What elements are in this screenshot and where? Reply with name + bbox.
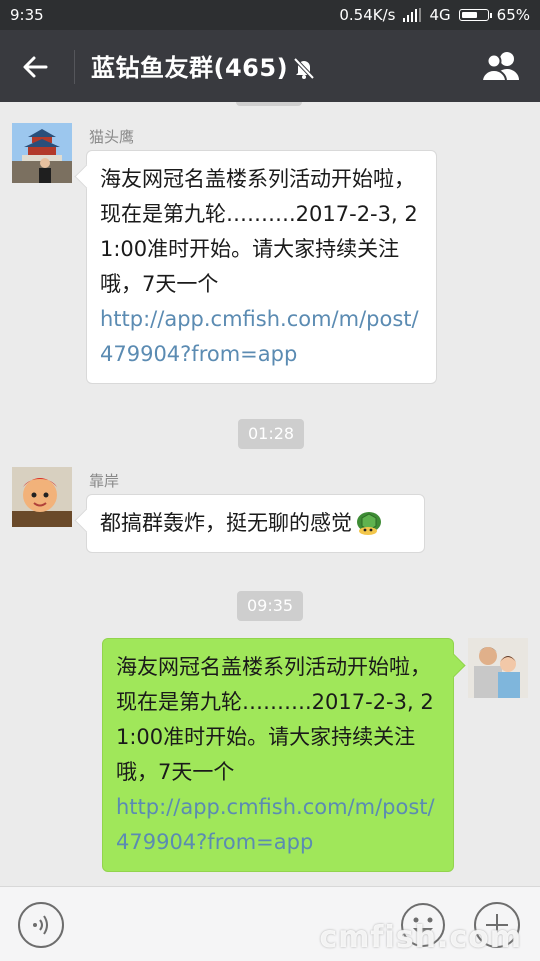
- previous-message-edge: [236, 102, 302, 106]
- temple-photo-avatar: [12, 123, 72, 183]
- voice-icon[interactable]: [18, 902, 64, 948]
- arrow-left-icon[interactable]: [20, 52, 50, 82]
- self-message-bubble[interactable]: 海友网冠名盖楼系列活动开始啦，现在是第九轮……….2017-2-3, 21:00…: [102, 638, 454, 872]
- message-link[interactable]: http://app.cmfish.com/m/post/479904?from…: [100, 302, 423, 372]
- network-speed: 0.54K/s: [339, 6, 396, 24]
- header-divider: [74, 50, 75, 84]
- message-text: 都搞群轰炸，挺无聊的感觉: [100, 511, 352, 535]
- turtle-emoji-icon: [357, 512, 381, 535]
- timestamp: 09:35: [237, 591, 304, 621]
- watermark: cmfish.com: [319, 920, 522, 955]
- message-text: 海友网冠名盖楼系列活动开始啦，现在是第九轮……….2017-2-3, 21:00…: [100, 167, 418, 296]
- timestamp: 01:28: [238, 419, 305, 449]
- group-members-icon[interactable]: [480, 50, 522, 82]
- avatar[interactable]: [12, 467, 72, 527]
- message-bubble[interactable]: 都搞群轰炸，挺无聊的感觉: [86, 494, 425, 553]
- message-link[interactable]: http://app.cmfish.com/m/post/479904?from…: [116, 790, 440, 860]
- message-text: 海友网冠名盖楼系列活动开始啦，现在是第九轮……….2017-2-3, 21:00…: [116, 655, 434, 784]
- chat-title-text: 蓝钻鱼友群(465): [91, 54, 289, 82]
- chat-header: 蓝钻鱼友群(465): [0, 30, 540, 102]
- self-avatar[interactable]: [468, 638, 528, 698]
- avatar[interactable]: [12, 123, 72, 183]
- network-type: 4G: [429, 6, 451, 24]
- message-bubble[interactable]: 海友网冠名盖楼系列活动开始啦，现在是第九轮……….2017-2-3, 21:00…: [86, 150, 437, 384]
- battery-icon: [458, 9, 492, 21]
- status-right: 0.54K/s 4G 65%: [339, 6, 530, 24]
- family-photo-avatar: [468, 638, 528, 698]
- chat-title: 蓝钻鱼友群(465): [91, 48, 316, 83]
- signal-icon: [403, 8, 422, 22]
- input-bar: cmfish.com: [0, 886, 540, 961]
- battery-percent: 65%: [496, 6, 530, 24]
- status-time: 9:35: [10, 6, 44, 24]
- sender-name: 猫头鹰: [89, 128, 135, 146]
- status-bar: 9:35 0.54K/s 4G 65%: [0, 0, 540, 30]
- sender-name: 靠岸: [89, 472, 120, 490]
- bell-off-icon: [293, 57, 315, 79]
- voice-waves-icon: [33, 915, 48, 935]
- cartoon-avatar: [12, 467, 72, 527]
